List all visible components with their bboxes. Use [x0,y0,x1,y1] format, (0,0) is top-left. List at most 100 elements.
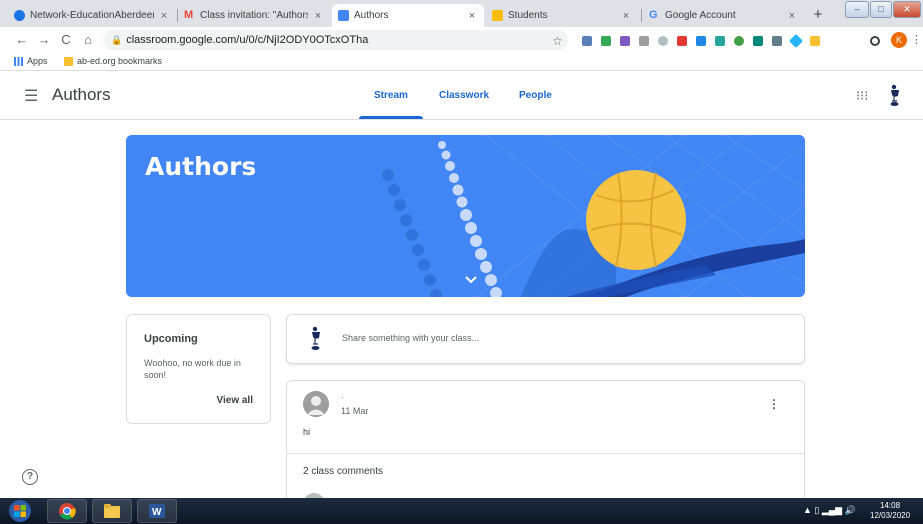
post-avatar [303,391,329,417]
account-avatar[interactable] [888,84,902,113]
drive-icon[interactable] [696,36,706,46]
post-author: · [341,393,344,402]
upcoming-message: Woohoo, no work due in soon! [144,358,241,380]
tab-classwork[interactable]: Classwork [439,90,489,101]
banner-title: Authors [145,152,257,181]
classroom-favicon-icon [492,10,503,21]
main-menu-icon[interactable]: ☰ [24,86,38,106]
help-icon[interactable]: ? [22,469,38,485]
word-icon: W [149,504,165,518]
extension-icon[interactable] [734,36,744,46]
browser-toolbar: ← → C ⌂ 🔒 classroom.google.com/u/0/c/NjI2… [0,27,923,53]
active-tab-indicator [359,116,423,119]
tab-people[interactable]: People [519,90,552,101]
post-options-icon[interactable]: ⋮ [768,397,780,411]
reload-icon[interactable]: C [58,32,74,47]
browser-tab-google-account[interactable]: G Google Account × [643,4,804,27]
share-placeholder: Share something with your class... [342,333,480,343]
upcoming-title: Upcoming [144,333,198,345]
system-clock[interactable]: 14:08 12/03/2020 [870,501,910,521]
taskbar-chrome[interactable] [47,499,87,523]
close-icon[interactable]: × [620,10,632,22]
apps-grid-icon [14,56,23,66]
extension-icon[interactable] [772,36,782,46]
extension-icon[interactable] [810,36,820,46]
extension-icon[interactable] [601,36,611,46]
close-icon[interactable]: × [786,10,798,22]
network-favicon-icon [14,10,25,21]
stream-post: · 11 Mar ⋮ hi 2 class comments [286,380,805,510]
folder-icon [64,56,73,66]
browser-tab-students[interactable]: Students × [486,4,638,27]
window-close-icon[interactable]: ✕ [893,1,921,18]
taskbar-file-explorer[interactable] [92,499,132,523]
address-bar[interactable]: 🔒 classroom.google.com/u/0/c/NjI2ODY0OTcx… [103,30,568,50]
maximize-icon[interactable]: □ [870,1,892,18]
default-avatar-icon [303,391,329,417]
extension-icon[interactable] [677,36,687,46]
clock-date: 12/03/2020 [870,511,911,520]
tab-divider [641,9,642,22]
user-avatar [309,326,323,357]
url-text: classroom.google.com/u/0/c/NjI2ODY0OTcxO… [126,34,369,46]
folder-icon [104,504,120,518]
tab-title: Google Account [665,10,736,21]
classroom-favicon-icon [338,10,349,21]
tab-title: Authors [354,10,389,21]
bookmark-ab-ed[interactable]: ab-ed.org bookmarks [64,56,162,66]
browser-menu-icon[interactable]: ⋮ [911,33,922,46]
extension-icon[interactable] [582,36,592,46]
post-date: 11 Mar [341,406,369,416]
windows-taskbar: W ▲ ▯ ▂▄▆ 🔊 14:08 12/03/2020 [0,498,923,524]
bookmark-star-icon[interactable]: ☆ [552,34,563,48]
close-icon[interactable]: × [466,10,478,22]
extension-icon[interactable] [639,36,649,46]
class-comments-link[interactable]: 2 class comments [303,466,383,477]
browser-tab-network-education[interactable]: Network-EducationAberdeen - × [8,4,176,27]
browser-tab-strip: Network-EducationAberdeen - × M Class in… [0,0,923,27]
svg-text:W: W [152,507,162,518]
cockerel-logo-icon [311,326,320,350]
bookmark-label: Apps [27,56,48,66]
windows-logo-icon [9,500,31,522]
post-divider [287,453,804,454]
google-icon: G [649,9,658,21]
clock-time: 14:08 [880,501,901,510]
taskbar-word[interactable]: W [137,499,177,523]
google-apps-icon[interactable]: ⁝⁝⁝ [856,88,868,104]
chrome-icon [59,503,76,520]
close-icon[interactable]: × [312,10,324,22]
upcoming-card: Upcoming Woohoo, no work due in soon! Vi… [126,314,271,424]
class-banner: Authors [126,135,805,297]
start-button[interactable] [6,498,34,524]
tab-title: Network-EducationAberdeen - [30,10,154,21]
class-title[interactable]: Authors [52,85,111,105]
profile-avatar[interactable]: K [891,32,907,48]
lock-icon: 🔒 [111,35,123,45]
gmail-icon: M [184,9,194,21]
classroom-header: ☰ Authors Stream Classwork People ⁝⁝⁝ [0,71,923,120]
new-tab-icon[interactable]: + [809,6,827,23]
extension-icon[interactable] [715,36,725,46]
extension-icon[interactable] [658,36,668,46]
system-tray[interactable]: ▲ ▯ ▂▄▆ 🔊 [803,505,856,516]
close-icon[interactable]: × [158,10,170,22]
browser-tab-class-invitation[interactable]: M Class invitation: "Authors" - gw × [178,4,330,27]
back-icon[interactable]: ← [14,32,30,47]
extension-icon[interactable] [753,36,763,46]
browser-tab-authors[interactable]: Authors × [332,4,484,27]
tab-stream[interactable]: Stream [374,90,408,101]
minimize-icon[interactable]: – [845,1,869,18]
home-icon[interactable]: ⌂ [80,32,96,47]
bookmark-label: ab-ed.org bookmarks [77,56,163,66]
extension-icon[interactable] [620,36,630,46]
extension-icon[interactable] [870,36,880,46]
bookmark-apps[interactable]: Apps [14,56,48,66]
view-all-link[interactable]: View all [216,395,253,406]
post-body: hi [303,427,311,437]
forward-icon[interactable]: → [36,32,52,47]
extension-icon[interactable] [788,33,804,49]
share-box[interactable]: Share something with your class... [286,314,805,364]
cockerel-logo-icon [890,84,899,106]
tab-title: Students [508,10,548,21]
